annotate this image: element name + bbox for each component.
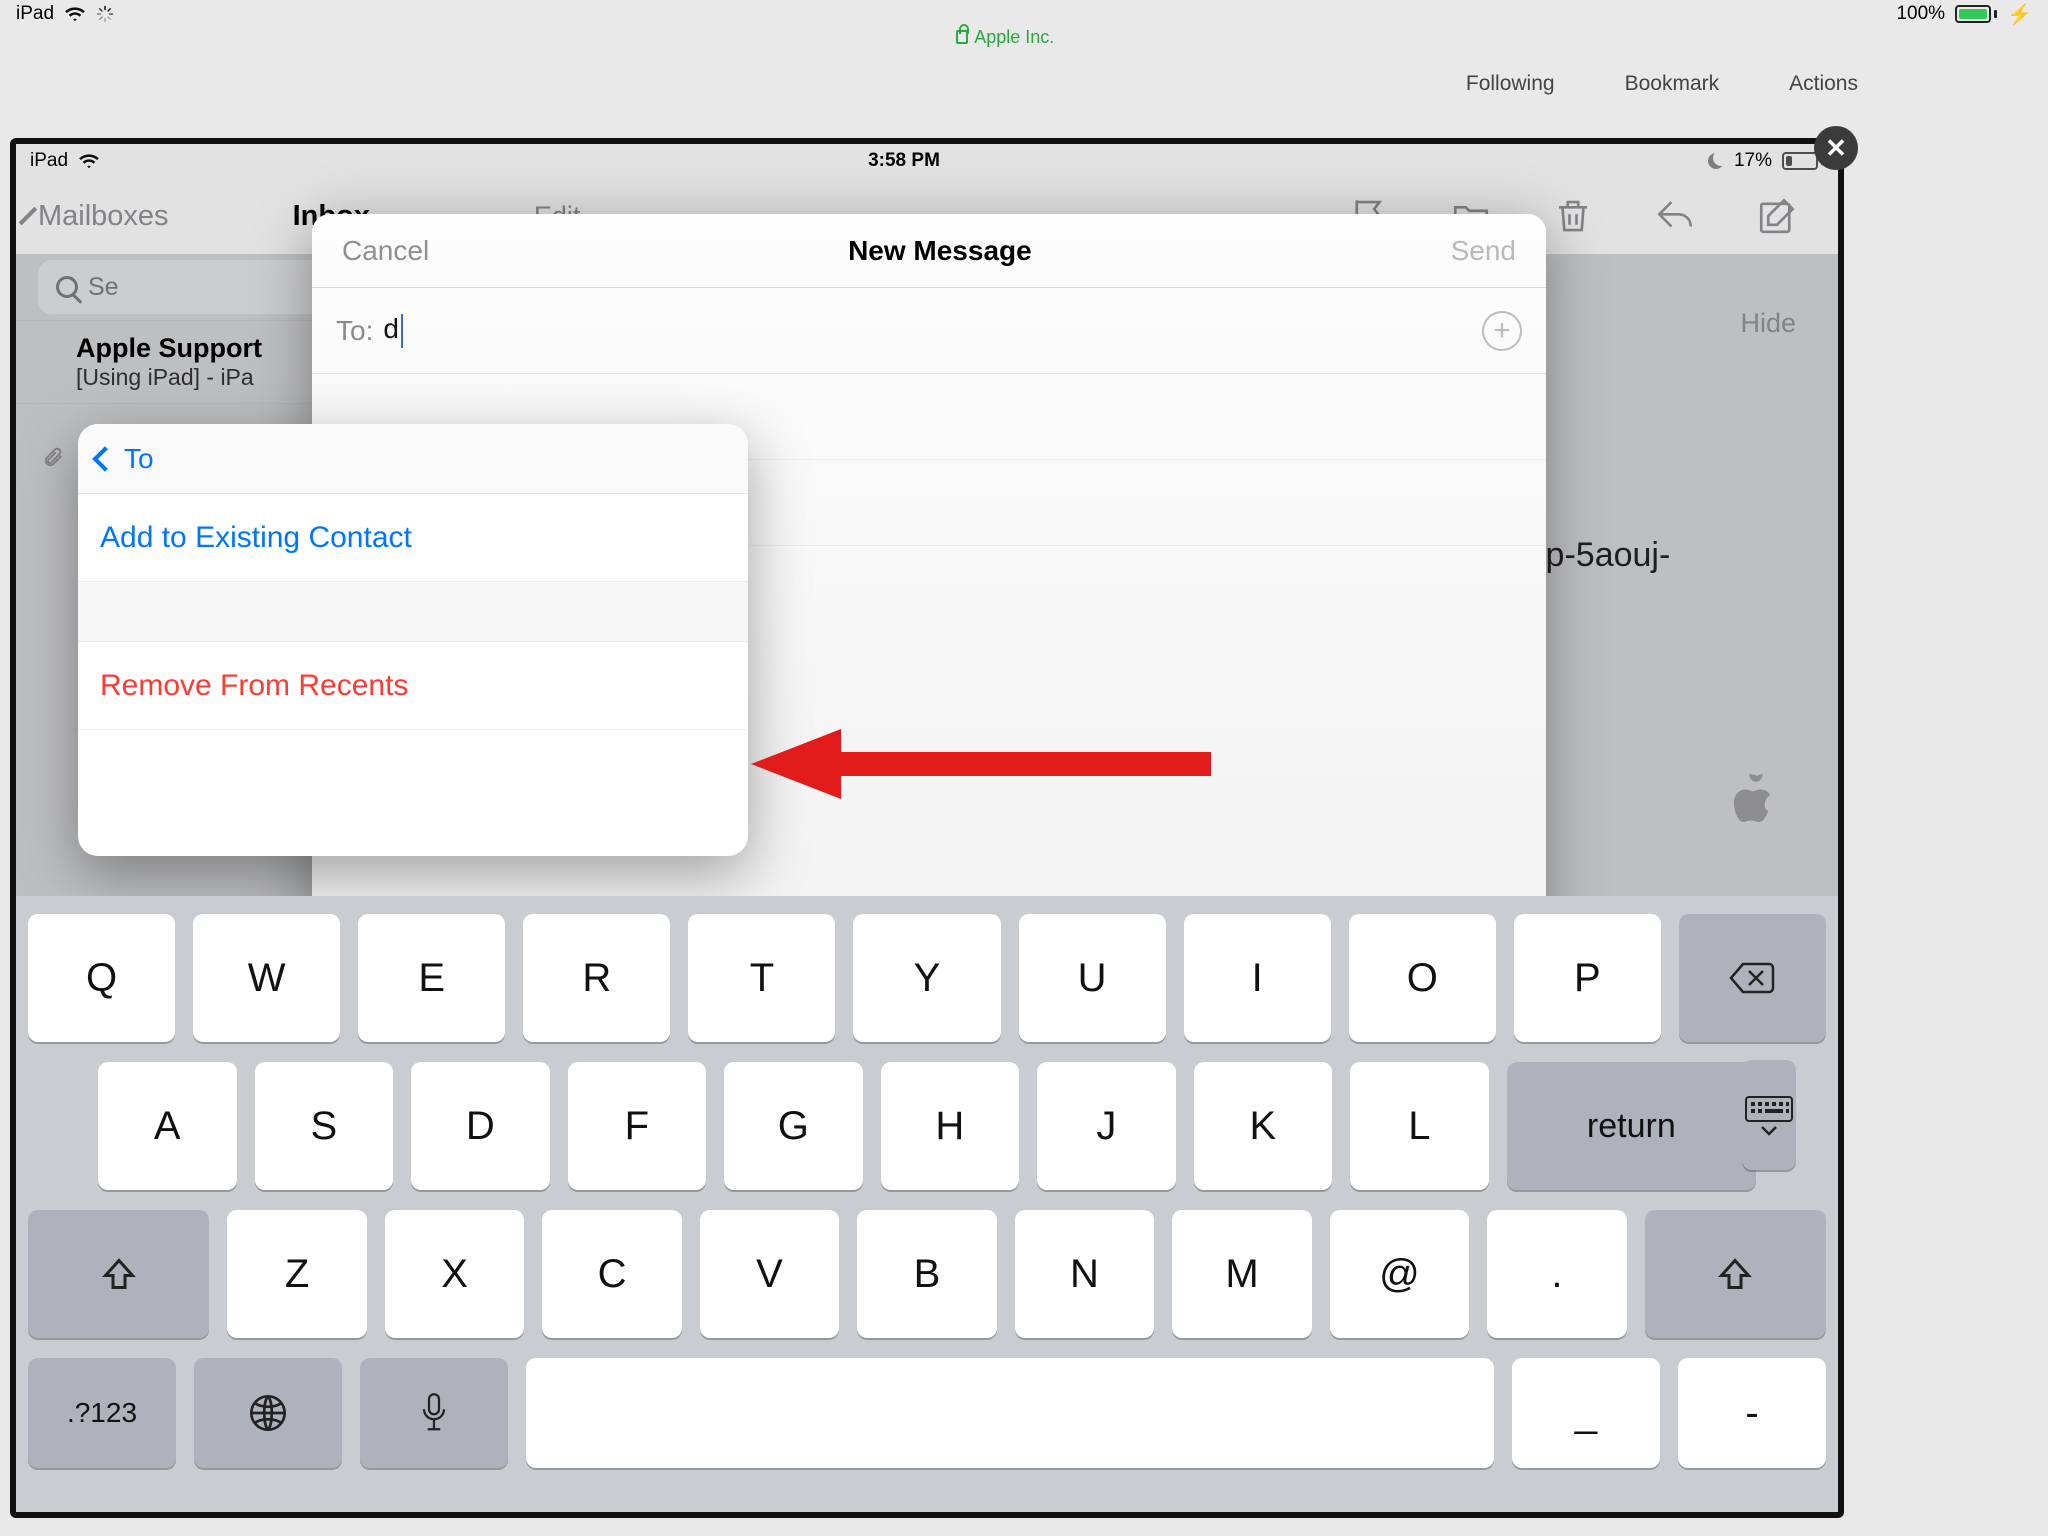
key-p[interactable]: P (1514, 914, 1661, 1042)
onscreen-keyboard: Q W E R T Y U I O P A S D F G H J K L re… (16, 896, 1838, 1512)
key-return[interactable]: return (1507, 1062, 1756, 1190)
key-x[interactable]: X (385, 1210, 524, 1338)
do-not-disturb-icon (1708, 153, 1724, 169)
key-dictation[interactable] (360, 1358, 508, 1468)
key-u[interactable]: U (1019, 914, 1166, 1042)
lock-icon (956, 30, 968, 44)
shift-icon (101, 1256, 137, 1292)
key-a[interactable]: A (98, 1062, 237, 1190)
embedded-screenshot: iPad 3:58 PM 17% Mailboxes Inbox Edit Hi… (10, 138, 1844, 1518)
outer-time: 4:56 PM (969, 0, 1041, 2)
backspace-icon (1729, 961, 1775, 995)
add-contact-button[interactable]: + (1482, 311, 1522, 351)
page-tabs: Following Bookmark Actions (1466, 72, 1858, 96)
key-h[interactable]: H (881, 1062, 1020, 1190)
reply-icon[interactable] (1654, 195, 1696, 237)
key-f[interactable]: F (568, 1062, 707, 1190)
key-d[interactable]: D (411, 1062, 550, 1190)
key-w[interactable]: W (193, 914, 340, 1042)
key-c[interactable]: C (542, 1210, 681, 1338)
key-period[interactable]: . (1487, 1210, 1626, 1338)
key-n[interactable]: N (1015, 1210, 1154, 1338)
popover-back-button[interactable]: To (78, 424, 748, 494)
secure-host-label: Apple Inc. (974, 28, 1054, 46)
charging-icon: ⚡ (2007, 2, 2032, 27)
chevron-left-icon (92, 446, 117, 471)
key-space[interactable] (526, 1358, 1494, 1468)
popover-back-label: To (124, 443, 154, 475)
key-l[interactable]: L (1350, 1062, 1489, 1190)
secure-host: Apple Inc. (956, 28, 1054, 46)
to-field-value[interactable]: d (383, 313, 403, 348)
compose-cancel-button[interactable]: Cancel (342, 235, 429, 267)
remove-from-recents-button[interactable]: Remove From Recents (78, 642, 748, 730)
key-k[interactable]: K (1194, 1062, 1333, 1190)
compose-icon[interactable] (1756, 195, 1798, 237)
keyboard-row-4: .?123 _ - (28, 1358, 1826, 1468)
search-placeholder: Se (88, 273, 119, 302)
contact-popover: To Add to Existing Contact Remove From R… (78, 424, 748, 856)
keyboard-row-2: A S D F G H J K L return (28, 1062, 1826, 1190)
key-shift-left[interactable] (28, 1210, 209, 1338)
key-r[interactable]: R (523, 914, 670, 1042)
battery-icon (1955, 5, 1997, 23)
key-b[interactable]: B (857, 1210, 996, 1338)
outer-device-label: iPad (16, 3, 54, 25)
wifi-icon (78, 152, 100, 170)
hide-button[interactable]: Hide (1740, 308, 1796, 339)
search-icon (56, 276, 78, 298)
inner-device-label: iPad (30, 150, 68, 172)
key-globe[interactable] (194, 1358, 342, 1468)
back-icon[interactable] (19, 207, 37, 225)
key-e[interactable]: E (358, 914, 505, 1042)
key-m[interactable]: M (1172, 1210, 1311, 1338)
globe-icon (248, 1393, 288, 1433)
inner-time: 3:58 PM (868, 150, 940, 172)
compose-title: New Message (848, 235, 1032, 267)
key-i[interactable]: I (1184, 914, 1331, 1042)
key-o[interactable]: O (1349, 914, 1496, 1042)
close-lightbox-button[interactable]: ✕ (1814, 126, 1858, 170)
hide-keyboard-icon (1742, 1093, 1796, 1137)
apple-logo-icon (1732, 774, 1778, 828)
key-v[interactable]: V (700, 1210, 839, 1338)
key-t[interactable]: T (688, 914, 835, 1042)
to-label: To: (336, 315, 373, 347)
wifi-icon (64, 5, 86, 23)
key-j[interactable]: J (1037, 1062, 1176, 1190)
outer-battery-pct: 100% (1896, 3, 1945, 25)
inner-status-bar: iPad 3:58 PM 17% (16, 144, 1838, 178)
outer-status-bar: iPad 4:56 PM Apple Inc. 100% ⚡ (0, 0, 2048, 28)
tab-actions[interactable]: Actions (1789, 72, 1858, 96)
inner-battery-pct: 17% (1734, 150, 1772, 172)
key-at[interactable]: @ (1330, 1210, 1469, 1338)
compose-to-row[interactable]: To: d + (312, 288, 1546, 374)
text-caret (401, 314, 403, 348)
key-hyphen[interactable]: - (1678, 1358, 1826, 1468)
popover-separator (78, 582, 748, 642)
microphone-icon (419, 1391, 449, 1435)
key-hide-keyboard[interactable] (1742, 1060, 1796, 1170)
key-s[interactable]: S (255, 1062, 394, 1190)
key-numbers[interactable]: .?123 (28, 1358, 176, 1468)
compose-send-button[interactable]: Send (1451, 235, 1516, 267)
add-to-existing-contact-button[interactable]: Add to Existing Contact (78, 494, 748, 582)
key-g[interactable]: G (724, 1062, 863, 1190)
keyboard-row-1: Q W E R T Y U I O P (28, 914, 1826, 1042)
key-shift-right[interactable] (1645, 1210, 1826, 1338)
key-z[interactable]: Z (227, 1210, 366, 1338)
back-label[interactable]: Mailboxes (38, 200, 169, 233)
key-q[interactable]: Q (28, 914, 175, 1042)
tab-bookmark[interactable]: Bookmark (1625, 72, 1720, 96)
attachment-icon (42, 446, 64, 468)
shift-icon (1717, 1256, 1753, 1292)
key-y[interactable]: Y (853, 914, 1000, 1042)
key-underscore[interactable]: _ (1512, 1358, 1660, 1468)
trash-icon[interactable] (1552, 195, 1594, 237)
keyboard-row-3: Z X C V B N M @ . (28, 1210, 1826, 1338)
key-backspace[interactable] (1679, 914, 1826, 1042)
loading-icon (96, 5, 114, 23)
tab-following[interactable]: Following (1466, 72, 1555, 96)
